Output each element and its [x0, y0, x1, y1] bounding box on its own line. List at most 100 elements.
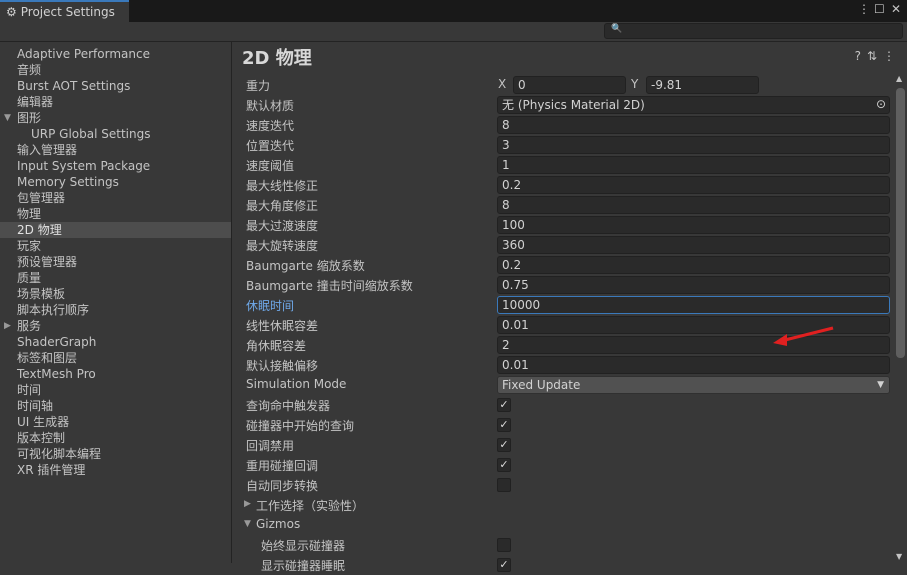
field-label: 始终显示碰撞器	[261, 539, 346, 553]
gizmos-foldout[interactable]: ▼ Gizmos	[244, 515, 891, 535]
checkbox[interactable]	[497, 538, 511, 552]
field-label: 碰撞器中开始的查询	[246, 419, 355, 433]
sidebar-item[interactable]: Input System Package	[0, 158, 231, 174]
sidebar-item[interactable]: 质量	[0, 270, 231, 286]
chevron-right-icon[interactable]: ▶	[4, 318, 11, 334]
material-field[interactable]: 无 (Physics Material 2D) ⊙	[497, 96, 890, 114]
sidebar-item[interactable]: ▶ 服务	[0, 318, 231, 334]
checkbox[interactable]: ✓	[497, 418, 511, 432]
vertical-scrollbar[interactable]: ▲ ▼	[893, 74, 907, 563]
checkbox-row: 碰撞器中开始的查询 ✓	[246, 415, 891, 435]
sidebar-item[interactable]: 输入管理器	[0, 142, 231, 158]
field-label: 最大过渡速度	[246, 219, 319, 233]
sidebar-item[interactable]: 玩家	[0, 238, 231, 254]
gravity-row: 重力 X 0 Y -9.81	[246, 75, 891, 95]
checkbox[interactable]: ✓	[497, 458, 511, 472]
sidebar-item[interactable]: Burst AOT Settings	[0, 78, 231, 94]
preset-sliders-icon[interactable]: ⇅	[867, 49, 883, 63]
material-value: 无 (Physics Material 2D)	[502, 98, 645, 112]
job-options-foldout[interactable]: ▶ 工作选择（实验性）	[244, 495, 891, 515]
sidebar-item[interactable]: 预设管理器	[0, 254, 231, 270]
gizmos-label: Gizmos	[256, 517, 301, 531]
value-field[interactable]: 10000	[497, 296, 890, 314]
value-field[interactable]: 0.75	[497, 276, 890, 294]
close-icon[interactable]: ✕	[891, 2, 901, 16]
sidebar-item[interactable]: 2D 物理	[0, 222, 231, 238]
sidebar-item[interactable]: URP Global Settings	[0, 126, 231, 142]
setting-row: 休眠时间 10000	[246, 295, 891, 315]
gravity-label: 重力	[246, 79, 271, 93]
setting-row: 位置迭代 3	[246, 135, 891, 155]
sidebar-item[interactable]: UI 生成器	[0, 414, 231, 430]
sidebar-item[interactable]: ▼ 图形	[0, 110, 231, 126]
checkbox[interactable]: ✓	[497, 438, 511, 452]
search-input[interactable]: 🔍	[604, 23, 903, 39]
kebab-menu-icon[interactable]: ⋮	[858, 2, 870, 16]
gravity-y-field[interactable]: -9.81	[646, 76, 759, 94]
sidebar-item-label: UI 生成器	[17, 415, 70, 429]
sidebar-item-label: 预设管理器	[17, 255, 78, 269]
setting-row: 速度阈值 1	[246, 155, 891, 175]
sidebar-item[interactable]: 包管理器	[0, 190, 231, 206]
sidebar-item[interactable]: Adaptive Performance	[0, 46, 231, 62]
value-field[interactable]: 8	[497, 196, 890, 214]
simulation-mode-row: Simulation Mode Fixed Update ▼	[246, 375, 891, 395]
checkbox-row: 查询命中触发器 ✓	[246, 395, 891, 415]
scroll-down-icon[interactable]: ▼	[896, 552, 902, 561]
material-label: 默认材质	[246, 99, 295, 113]
sidebar-item-label: 音频	[17, 63, 42, 77]
sidebar-item[interactable]: Memory Settings	[0, 174, 231, 190]
sidebar-item-label: 包管理器	[17, 191, 66, 205]
field-label: 休眠时间	[246, 299, 295, 313]
sidebar-item[interactable]: 标签和图层	[0, 350, 231, 366]
kebab-menu-icon[interactable]: ⋮	[883, 49, 901, 63]
value-field[interactable]: 360	[497, 236, 890, 254]
value-field[interactable]: 100	[497, 216, 890, 234]
simulation-mode-label: Simulation Mode	[246, 377, 347, 391]
sidebar-item-label: 玩家	[17, 239, 42, 253]
object-picker-icon[interactable]: ⊙	[876, 97, 886, 111]
sidebar-item[interactable]: 物理	[0, 206, 231, 222]
sidebar-item-label: 版本控制	[17, 431, 66, 445]
setting-row: 最大线性修正 0.2	[246, 175, 891, 195]
sidebar-item[interactable]: ShaderGraph	[0, 334, 231, 350]
sidebar-item[interactable]: 时间	[0, 382, 231, 398]
help-icon[interactable]: ?	[855, 49, 867, 63]
sidebar-item-label: 质量	[17, 271, 42, 285]
sidebar-item-label: TextMesh Pro	[17, 367, 96, 381]
sidebar-item[interactable]: XR 插件管理	[0, 462, 231, 478]
sidebar: Adaptive Performance 音频 Burst AOT Settings…	[0, 42, 232, 563]
dropdown-value: Fixed Update	[502, 378, 581, 392]
sidebar-item[interactable]: 时间轴	[0, 398, 231, 414]
maximize-icon[interactable]: ☐	[874, 2, 885, 16]
sidebar-item[interactable]: 可视化脚本编程	[0, 446, 231, 462]
value-field[interactable]: 8	[497, 116, 890, 134]
sidebar-item[interactable]: TextMesh Pro	[0, 366, 231, 382]
gravity-x-field[interactable]: 0	[513, 76, 626, 94]
value-field[interactable]: 3	[497, 136, 890, 154]
sidebar-item-label: 脚本执行顺序	[17, 303, 90, 317]
chevron-down-icon[interactable]: ▼	[4, 110, 11, 126]
checkbox-row: 回调禁用 ✓	[246, 435, 891, 455]
checkbox[interactable]: ✓	[497, 558, 511, 572]
value-field[interactable]: 1	[497, 156, 890, 174]
sidebar-item[interactable]: 脚本执行顺序	[0, 302, 231, 318]
checkbox-row: 重用碰撞回调 ✓	[246, 455, 891, 475]
checkbox[interactable]	[497, 478, 511, 492]
simulation-mode-dropdown[interactable]: Fixed Update ▼	[497, 376, 890, 394]
field-label: Baumgarte 撞击时间缩放系数	[246, 279, 413, 293]
sidebar-item[interactable]: 音频	[0, 62, 231, 78]
sidebar-item-label: 图形	[17, 111, 42, 125]
field-label: 位置迭代	[246, 139, 295, 153]
scroll-up-icon[interactable]: ▲	[896, 74, 902, 83]
tab-project-settings[interactable]: ⚙ Project Settings	[0, 0, 129, 22]
search-icon: 🔍	[611, 24, 623, 34]
value-field[interactable]: 0.01	[497, 356, 890, 374]
value-field[interactable]: 0.2	[497, 176, 890, 194]
checkbox[interactable]: ✓	[497, 398, 511, 412]
sidebar-item[interactable]: 版本控制	[0, 430, 231, 446]
scrollbar-thumb[interactable]	[896, 88, 905, 358]
sidebar-item[interactable]: 场景模板	[0, 286, 231, 302]
sidebar-item[interactable]: 编辑器	[0, 94, 231, 110]
value-field[interactable]: 0.2	[497, 256, 890, 274]
